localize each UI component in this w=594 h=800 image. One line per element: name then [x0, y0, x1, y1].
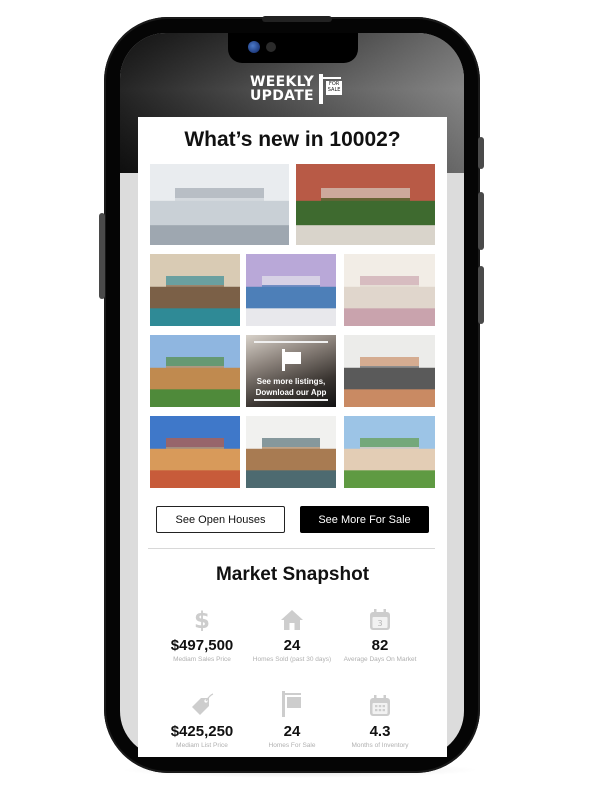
app-tile-text: See more listings, Download our App — [246, 376, 336, 398]
photo-detail — [360, 275, 419, 306]
divider-line — [254, 399, 328, 401]
photo-detail — [262, 437, 320, 468]
house-icon — [242, 603, 342, 631]
email-card: What’s new in 10002? See more listings, … — [138, 117, 447, 757]
row-houses-photo[interactable] — [150, 416, 240, 488]
stat-label: Mediam List Price — [176, 742, 228, 749]
app-tile-line-1: See more listings, — [256, 377, 326, 386]
stat-average-days-on-market: 3 82 Average Days On Market — [330, 603, 430, 663]
phone-side-button-right-2 — [478, 192, 484, 250]
stat-label: Homes For Sale — [268, 742, 316, 749]
modern-kitchen-photo[interactable] — [246, 416, 336, 488]
market-snapshot-title: Market Snapshot — [215, 564, 370, 585]
stat-mediam-sales-price: $ $497,500 Mediam Sales Price — [152, 603, 252, 663]
for-sale-sign-icon: FOR SALE — [319, 74, 345, 104]
logo-line-2: UPDATE — [250, 88, 314, 104]
stat-label: Months of Inventory — [351, 742, 409, 749]
loft-living-room-photo[interactable] — [150, 164, 289, 245]
stat-value: 24 — [283, 723, 301, 740]
photo-detail — [166, 275, 224, 306]
stat-homes-for-sale: 24 Homes For Sale — [242, 689, 342, 749]
phone-side-button-right-3 — [478, 266, 484, 324]
photo-detail — [321, 188, 410, 223]
dollar-icon: $ — [152, 603, 252, 631]
photo-detail — [175, 188, 264, 223]
for-sale-sign-icon — [242, 689, 342, 717]
stat-months-of-inventory: 4.3 Months of Inventory — [330, 689, 430, 749]
see-open-houses-button[interactable]: See Open Houses — [156, 506, 285, 533]
brownstone-street-photo[interactable] — [296, 164, 435, 245]
two-story-house-photo[interactable] — [344, 416, 435, 488]
svg-text:$: $ — [194, 608, 210, 631]
section-divider — [148, 548, 435, 549]
stat-value: 4.3 — [369, 723, 391, 740]
photo-detail — [166, 356, 224, 387]
phone-side-button-right-1 — [478, 137, 484, 169]
photo-detail — [360, 437, 419, 468]
weekly-update-logo: WEEKLY UPDATE FOR SALE — [250, 74, 345, 104]
stat-label: Average Days On Market — [343, 656, 417, 663]
stat-label: Mediam Sales Price — [173, 656, 231, 663]
photo-detail — [360, 356, 419, 387]
phone-speaker — [262, 16, 332, 22]
logo-text: WEEKLY UPDATE — [250, 75, 314, 103]
stat-label: Homes Sold (past 30 days) — [252, 656, 332, 663]
app-tile-line-2: Download our App — [255, 388, 327, 397]
svg-text:3: 3 — [377, 619, 382, 628]
stat-mediam-list-price: $425,250 Mediam List Price — [152, 689, 252, 749]
stat-value: 82 — [371, 637, 389, 654]
sensor-icon — [266, 42, 276, 52]
stat-value: 24 — [283, 637, 301, 654]
calendar-grid-icon — [330, 689, 430, 717]
divider-line — [254, 341, 328, 343]
see-more-for-sale-button[interactable]: See More For Sale — [300, 506, 429, 533]
stat-value: $425,250 — [170, 723, 234, 740]
stat-homes-sold-past-30-days: 24 Homes Sold (past 30 days) — [242, 603, 342, 663]
stat-value: $497,500 — [170, 637, 234, 654]
logo-sign-line-2: SALE — [327, 86, 341, 93]
apartment-tower-photo[interactable] — [246, 254, 336, 326]
phone-side-button-left — [99, 213, 105, 299]
bright-living-room-photo[interactable] — [344, 254, 435, 326]
suburban-house-photo[interactable] — [150, 335, 240, 407]
photo-detail — [166, 437, 224, 468]
page-title: What’s new in 10002? — [184, 128, 401, 151]
flag-sign-board — [285, 352, 301, 364]
front-camera-icon — [248, 41, 260, 53]
home-office-photo[interactable] — [344, 335, 435, 407]
loft-kitchen-photo[interactable] — [150, 254, 240, 326]
download-app-tile[interactable]: See more listings, Download our App — [246, 335, 336, 407]
calendar-icon: 3 — [330, 603, 430, 631]
photo-detail — [262, 275, 320, 306]
price-tag-icon — [152, 689, 252, 717]
logo-line-1: WEEKLY — [250, 74, 315, 90]
